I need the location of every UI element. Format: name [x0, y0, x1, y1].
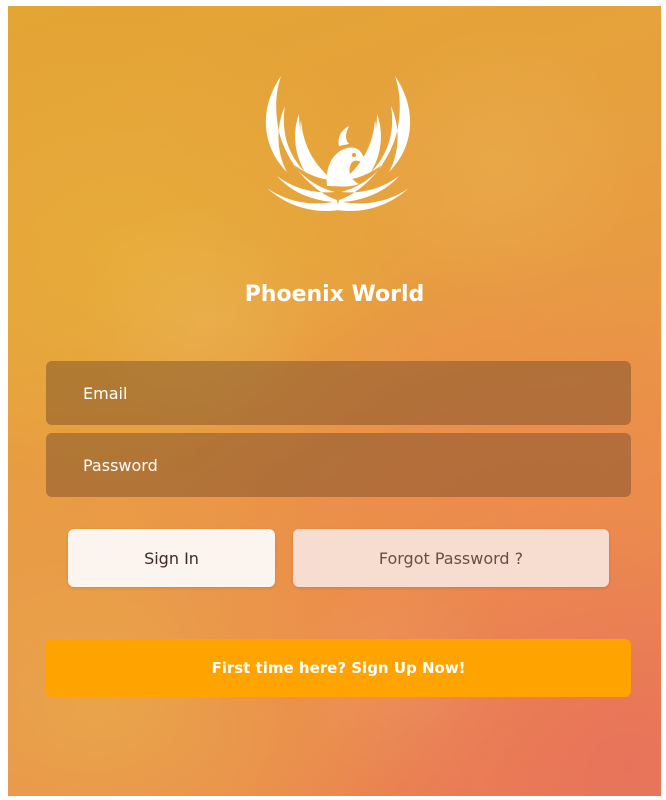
- email-placeholder: Email: [83, 383, 128, 403]
- sign-up-label: First time here? Sign Up Now!: [211, 659, 466, 677]
- app-title: Phoenix World: [244, 282, 425, 307]
- phoenix-logo-icon: [265, 76, 411, 212]
- login-panel: Phoenix World Email Password Sign In For…: [8, 6, 661, 796]
- password-placeholder: Password: [83, 455, 158, 475]
- forgot-password-button[interactable]: Forgot Password ?: [293, 529, 609, 587]
- sign-up-button[interactable]: First time here? Sign Up Now!: [46, 639, 631, 697]
- sign-in-label: Sign In: [144, 548, 199, 568]
- email-field[interactable]: Email: [46, 361, 631, 425]
- sign-in-button[interactable]: Sign In: [68, 529, 275, 587]
- password-field[interactable]: Password: [46, 433, 631, 497]
- forgot-password-label: Forgot Password ?: [378, 548, 524, 568]
